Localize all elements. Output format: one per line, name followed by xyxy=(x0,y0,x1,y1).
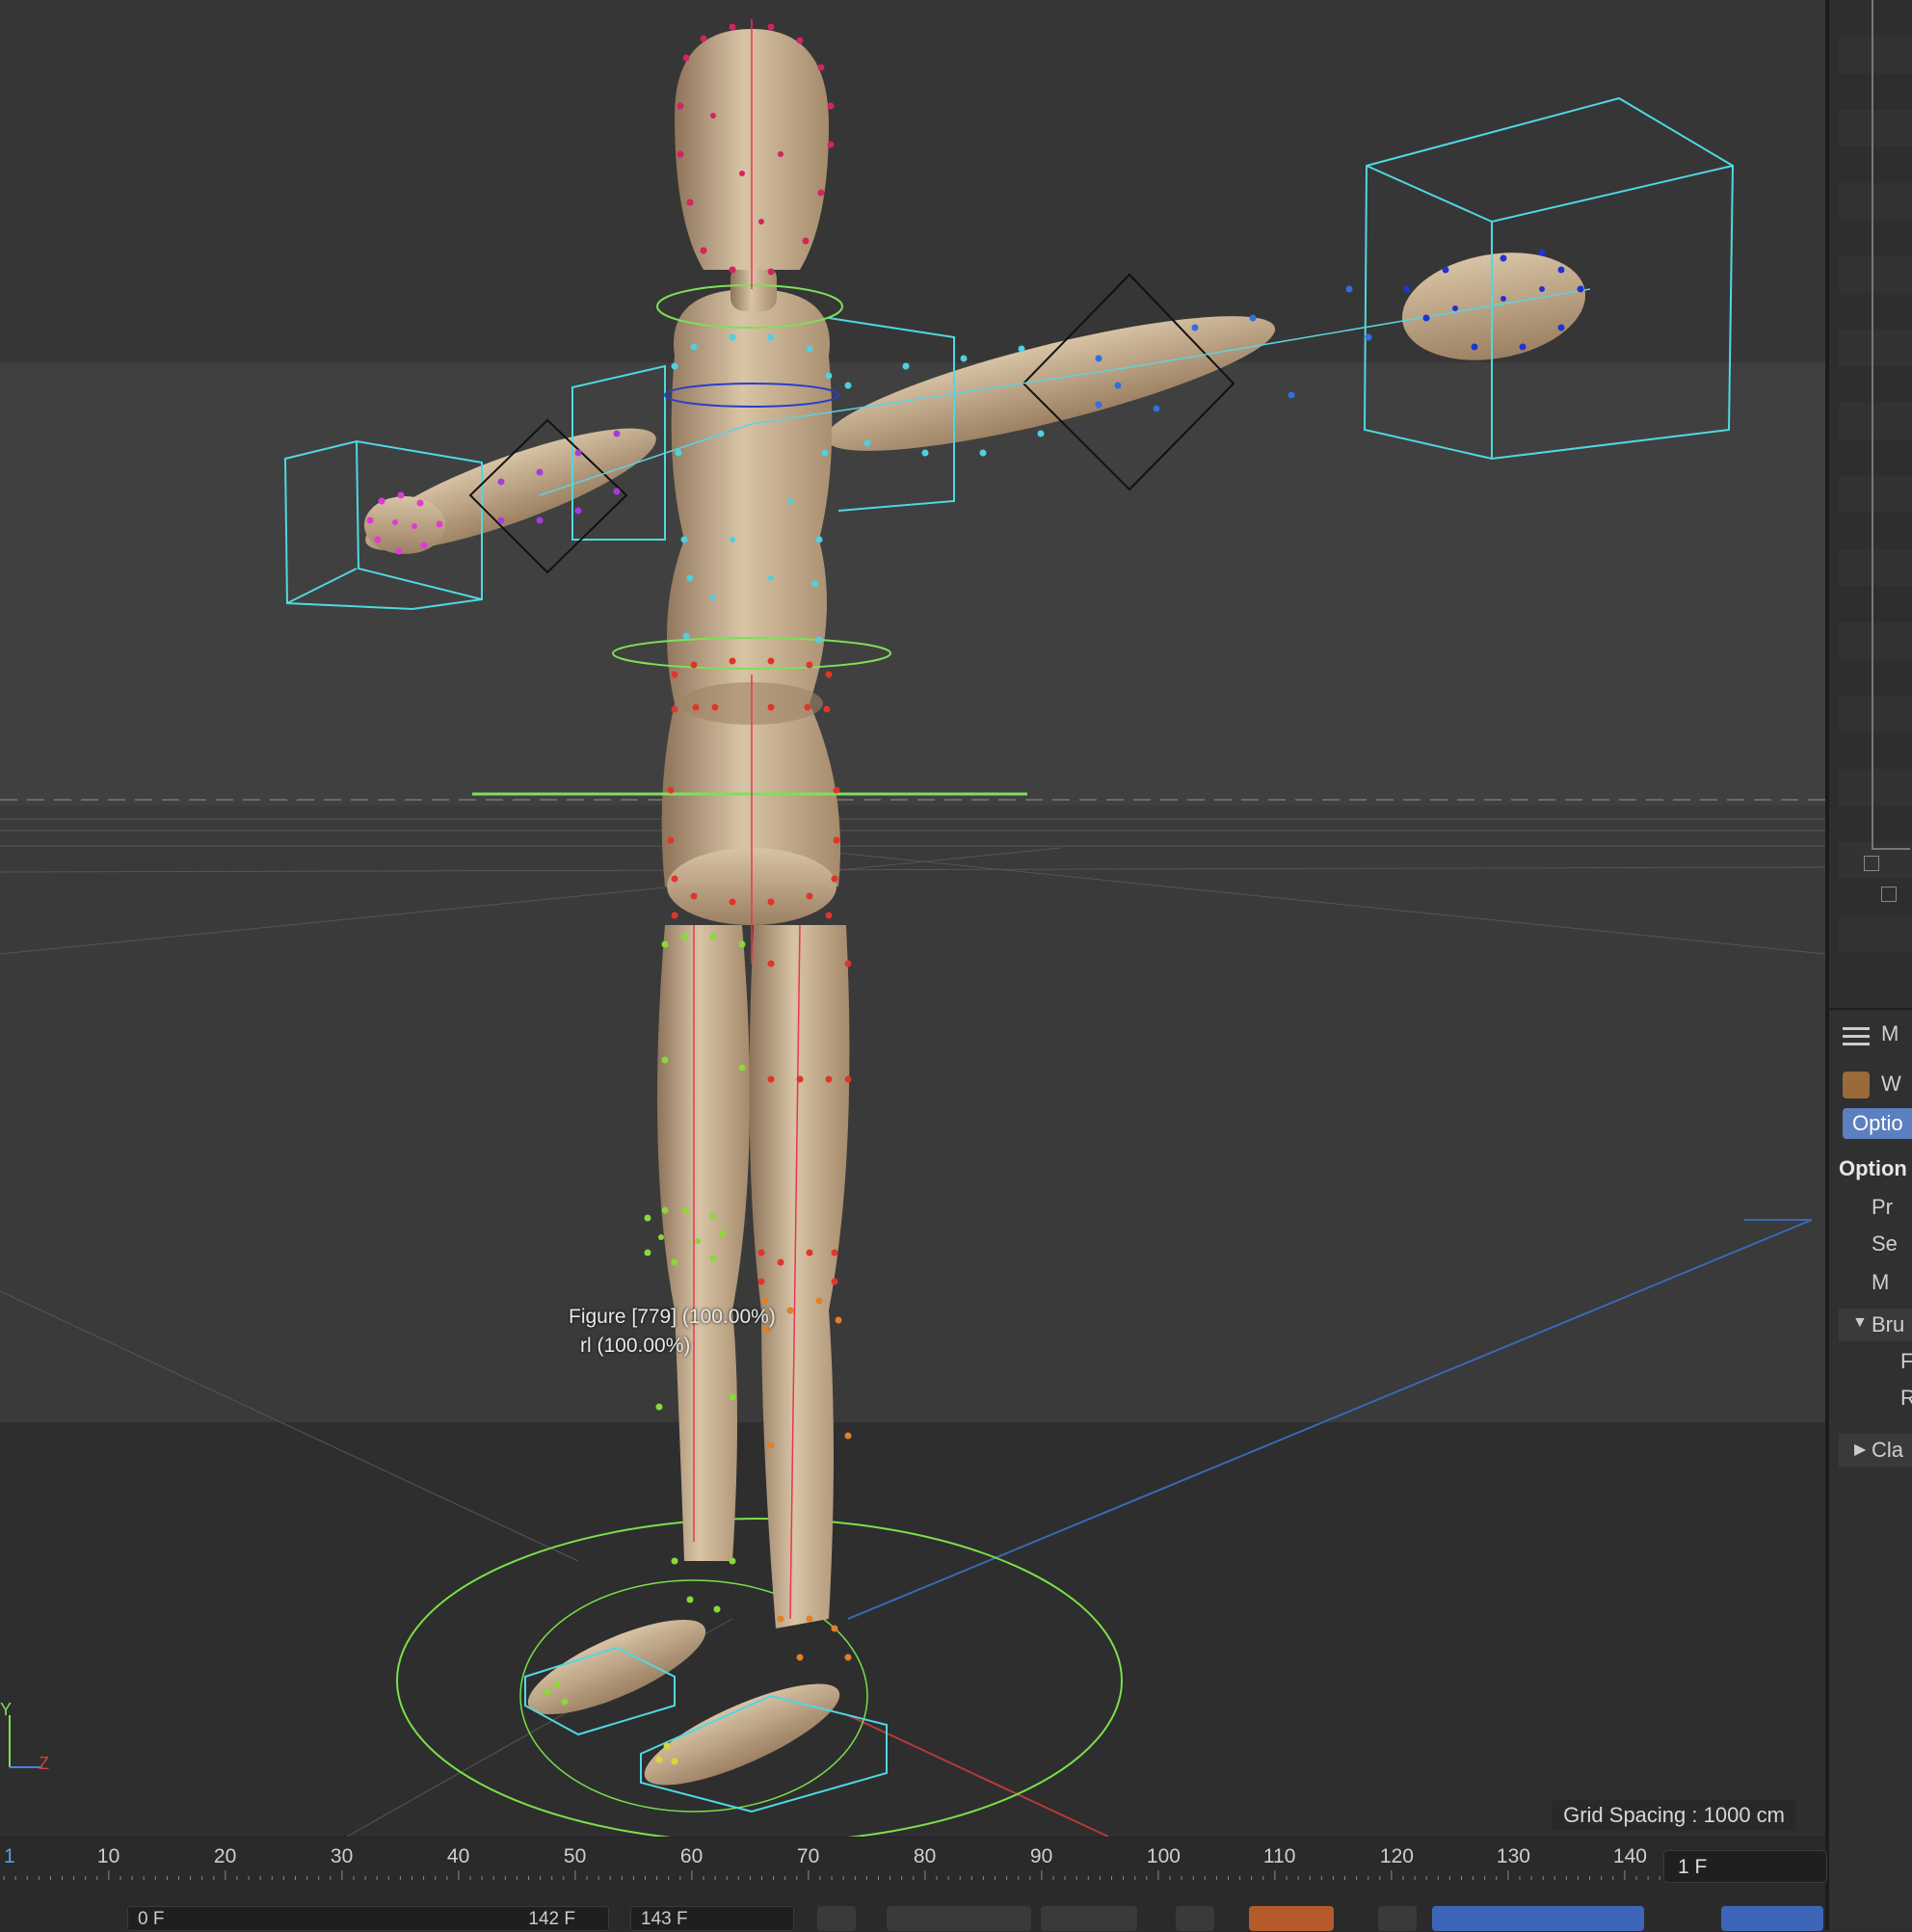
grid-spacing-label: Grid Spacing : 1000 cm xyxy=(1552,1800,1796,1831)
attribute-manager: M W xyxy=(1829,1008,1912,1929)
step-back-button[interactable] xyxy=(887,1906,1031,1931)
record-button[interactable] xyxy=(1249,1906,1334,1931)
key-filters-group[interactable] xyxy=(1432,1906,1644,1931)
play-button[interactable] xyxy=(1041,1906,1137,1931)
option-row[interactable]: Pr xyxy=(1872,1195,1893,1220)
scene-drawing xyxy=(0,19,1825,1837)
go-to-start-button[interactable] xyxy=(817,1906,856,1931)
triangle-down-icon: ▼ xyxy=(1852,1314,1868,1331)
sound-and-film-buttons[interactable] xyxy=(1721,1906,1823,1931)
brush-group-label: Bru xyxy=(1872,1312,1905,1337)
ruler-label: 50 xyxy=(564,1845,586,1867)
tree-collapse-icon[interactable] xyxy=(1881,887,1897,902)
object-manager-strip xyxy=(1839,0,1912,992)
legs xyxy=(527,925,850,1786)
tooltip-line1: Figure [779] (100.00%) xyxy=(569,1306,776,1328)
ruler-label: 110 xyxy=(1263,1845,1295,1867)
go-to-end-button[interactable] xyxy=(1176,1906,1214,1931)
current-frame-field[interactable]: 1 F xyxy=(1663,1850,1827,1883)
right-panel: M W Optio Option Pr Se M ▼ Bru F R ▶ Cla xyxy=(1825,0,1912,1929)
axis-y-label: Y xyxy=(0,1700,13,1719)
ruler-label: 130 xyxy=(1497,1845,1530,1867)
end-frame-value: 142 F xyxy=(528,1909,575,1929)
option-row[interactable]: F xyxy=(1900,1349,1912,1374)
ruler-label: 90 xyxy=(1030,1845,1052,1867)
options-section-title: Option xyxy=(1839,1156,1907,1180)
ruler-label: 100 xyxy=(1147,1845,1181,1867)
right-arm xyxy=(825,252,1586,451)
max-frame-field[interactable]: 143 F xyxy=(630,1906,794,1931)
tooltip-line2: rl (100.00%) xyxy=(580,1335,691,1357)
option-row[interactable]: R xyxy=(1900,1386,1912,1411)
ruler-label: 1 xyxy=(4,1845,15,1867)
ruler-label: 140 xyxy=(1613,1845,1647,1867)
brush-group-header[interactable]: ▼ Bru xyxy=(1839,1309,1912,1341)
ruler-label: 40 xyxy=(447,1845,469,1867)
3d-viewport[interactable]: Figure [779] (100.00%) rl (100.00%) Grid… xyxy=(0,0,1825,1837)
timeline-ruler[interactable]: 1 10 20 30 40 50 60 70 80 90 100 110 120 130 140 xyxy=(0,1838,1825,1882)
options-tab[interactable]: Optio xyxy=(1843,1108,1912,1139)
weight-points xyxy=(366,23,1584,1765)
option-row[interactable]: M xyxy=(1872,1270,1889,1295)
start-frame-field[interactable]: 0 F 142 F xyxy=(127,1906,609,1931)
z-axis-line xyxy=(847,1219,1813,1620)
ruler-label: 60 xyxy=(680,1845,703,1867)
option-row[interactable]: Se xyxy=(1872,1231,1898,1257)
ruler-label: 80 xyxy=(914,1845,936,1867)
start-frame-value: 0 F xyxy=(138,1909,165,1929)
weight-tool-icon xyxy=(1843,1072,1870,1098)
ruler-label: 70 xyxy=(797,1845,819,1867)
tool-name: W xyxy=(1881,1072,1901,1096)
tree-collapse-icon[interactable] xyxy=(1864,856,1879,871)
axis-gizmo: Y Z xyxy=(0,1700,67,1779)
menu-label[interactable]: M xyxy=(1881,1021,1899,1046)
weight-tooltip: Figure [779] (100.00%) rl (100.00%) xyxy=(569,1303,776,1361)
ruler-label: 10 xyxy=(97,1845,120,1867)
ruler-label: 20 xyxy=(214,1845,236,1867)
axis-z-label: Z xyxy=(39,1754,49,1773)
cla-group-label: Cla xyxy=(1872,1438,1904,1462)
cla-group-header[interactable]: ▶ Cla xyxy=(1839,1434,1912,1467)
playback-controls: 0 F 142 F 143 F xyxy=(0,1906,1825,1931)
hamburger-menu-icon[interactable] xyxy=(1843,1027,1870,1030)
triangle-right-icon: ▶ xyxy=(1854,1442,1867,1458)
ruler-label: 120 xyxy=(1380,1845,1414,1867)
ruler-label: 30 xyxy=(331,1845,353,1867)
keyframe-settings-button[interactable] xyxy=(1378,1906,1417,1931)
ground-controller xyxy=(396,1518,1123,1837)
